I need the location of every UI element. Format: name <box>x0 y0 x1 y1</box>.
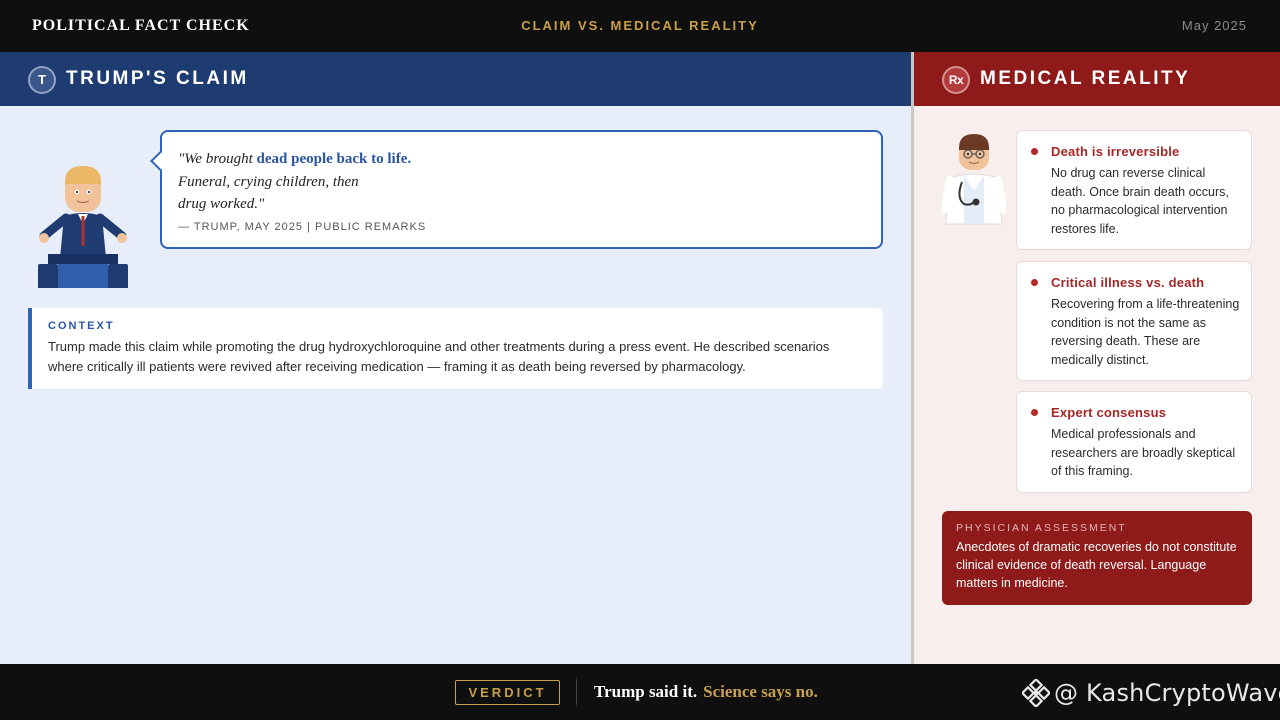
verdict-statement: Trump said it. Science says no. <box>594 682 818 702</box>
reality-header: Rx MEDICAL REALITY <box>914 52 1280 106</box>
quote-emphasis: dead people back to life. <box>256 151 412 167</box>
claim-badge: T <box>28 66 56 94</box>
assessment-label: PHYSICIAN ASSESSMENT <box>956 522 1127 534</box>
subtitle: CLAIM VS. MEDICAL REALITY <box>521 18 759 33</box>
verdict-label: VERDICT <box>455 680 560 705</box>
binance-logo-icon <box>1022 679 1050 707</box>
quote-bubble: "We brought dead people back to life. Fu… <box>150 130 883 249</box>
fact-card: Expert consensus Medical professionals a… <box>1016 391 1252 493</box>
quote-line-3: drug worked." <box>178 196 265 212</box>
quote-line-1: "We brought dead people back to life. <box>178 148 858 171</box>
date-label: May 2025 <box>1181 18 1247 33</box>
fact-card-title: Critical illness vs. death <box>1051 275 1205 290</box>
fact-card-title: Death is irreversible <box>1051 144 1180 159</box>
fact-card: Critical illness vs. death Recovering fr… <box>1016 261 1252 381</box>
bullet-dot-icon <box>1031 279 1038 286</box>
quote-text: "We brought <box>178 151 257 167</box>
reality-panel: Rx MEDICAL REALITY Death is irreversible… <box>914 52 1280 664</box>
watermark-text: @ KashCryptoWave <box>1054 679 1280 707</box>
claim-panel: T TRUMP'S CLAIM "We brought dead people … <box>0 52 911 664</box>
fact-card-title: Expert consensus <box>1051 405 1167 420</box>
quote-attribution: — TRUMP, MAY 2025 | PUBLIC REMARKS <box>178 221 427 233</box>
physician-assessment: PHYSICIAN ASSESSMENT Anecdotes of dramat… <box>942 511 1252 605</box>
bullet-dot-icon <box>1031 148 1038 155</box>
context-label: CONTEXT <box>48 320 115 332</box>
rx-badge: Rx <box>942 66 970 94</box>
bottom-bar: VERDICT Trump said it. Science says no. @… <box>0 664 1280 720</box>
speaker-illustration <box>38 166 128 288</box>
quote-line-2: Funeral, crying children, then <box>178 173 359 190</box>
claim-header: T TRUMP'S CLAIM <box>0 52 911 106</box>
fact-card-text: Recovering from a life-threatening condi… <box>1051 297 1240 368</box>
fact-card: Death is irreversible No drug can revers… <box>1016 130 1252 250</box>
watermark: @ KashCryptoWave <box>1022 679 1280 707</box>
reality-heading: MEDICAL REALITY <box>980 68 1191 89</box>
verdict-claim: Trump said it. <box>594 682 698 701</box>
doctor-illustration <box>942 134 1006 225</box>
context-text: Trump made this claim while promoting th… <box>48 339 830 374</box>
verdict-separator <box>576 679 577 705</box>
claim-quote: "We brought dead people back to life. Fu… <box>178 148 858 216</box>
top-bar: POLITICAL FACT CHECK CLAIM VS. MEDICAL R… <box>0 0 1280 52</box>
bullet-dot-icon <box>1031 409 1038 416</box>
verdict-conclusion: Science says no. <box>703 682 818 701</box>
fact-card-text: Medical professionals and researchers ar… <box>1051 427 1236 479</box>
claim-heading: TRUMP'S CLAIM <box>66 68 249 89</box>
assessment-text: Anecdotes of dramatic recoveries do not … <box>956 540 1237 590</box>
context-box: CONTEXT Trump made this claim while prom… <box>28 308 883 389</box>
fact-card-text: No drug can reverse clinical death. Once… <box>1051 166 1229 237</box>
bubble-tail <box>150 151 170 171</box>
